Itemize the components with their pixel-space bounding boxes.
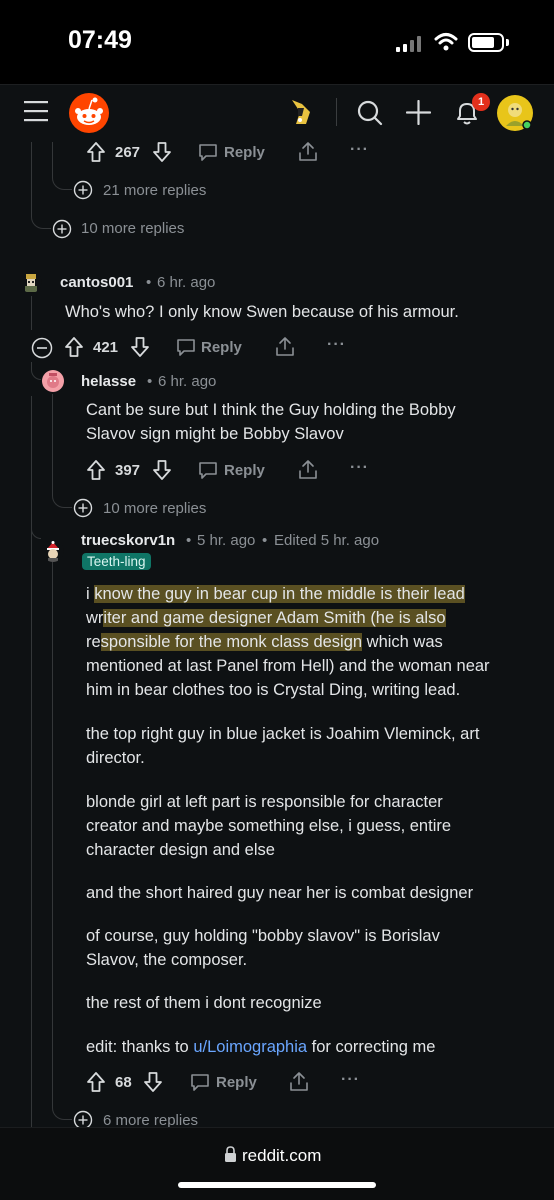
comment-meta-separator: • bbox=[186, 532, 192, 549]
comment-body-line: and the short haired guy near her is com… bbox=[86, 884, 474, 902]
comment-body-line: the top right guy in blue jacket is Joah… bbox=[86, 725, 480, 743]
comment-body-line: Cant be sure but I think the Guy holding… bbox=[86, 401, 456, 419]
comment-author[interactable]: cantos001 bbox=[60, 274, 133, 291]
comment-meta-separator: • bbox=[147, 373, 153, 390]
comment-body-line: of course, guy holding "bobby slavov" is… bbox=[86, 927, 440, 945]
reply-button[interactable]: Reply bbox=[224, 462, 265, 479]
comment-author[interactable]: truecskorv1n bbox=[81, 532, 175, 549]
thread-line bbox=[31, 396, 32, 1127]
more-replies-link[interactable]: 10 more replies bbox=[103, 500, 206, 517]
create-post-icon[interactable] bbox=[406, 100, 431, 125]
share-icon[interactable] bbox=[298, 141, 318, 162]
reply-icon[interactable] bbox=[190, 1073, 210, 1092]
avatar[interactable] bbox=[42, 370, 64, 392]
reply-button[interactable]: Reply bbox=[201, 339, 242, 356]
battery-icon bbox=[468, 33, 504, 52]
upvote-icon[interactable] bbox=[64, 336, 84, 358]
highlighted-text: sponsible for the monk class design bbox=[100, 633, 363, 651]
downvote-icon[interactable] bbox=[152, 459, 172, 481]
reply-icon[interactable] bbox=[176, 338, 196, 357]
thread-line bbox=[52, 142, 53, 156]
highlighted-text: know the guy in bear cup in the middle i… bbox=[94, 585, 465, 603]
share-icon[interactable] bbox=[298, 459, 318, 480]
reddit-logo-icon[interactable] bbox=[68, 92, 110, 134]
vote-count: 68 bbox=[115, 1074, 132, 1091]
downvote-icon[interactable] bbox=[143, 1071, 163, 1093]
reply-icon[interactable] bbox=[198, 143, 218, 162]
comment-timestamp: 6 hr. ago bbox=[158, 373, 217, 390]
avatar-icon bbox=[25, 274, 37, 292]
expand-icon[interactable] bbox=[52, 219, 72, 239]
comment-body-line: Slavov, the composer. bbox=[86, 951, 248, 969]
downvote-icon[interactable] bbox=[152, 141, 172, 163]
comment-timestamp: 6 hr. ago bbox=[157, 274, 216, 291]
vote-count: 267 bbox=[115, 144, 141, 161]
more-options-icon[interactable]: ··· bbox=[341, 1071, 360, 1089]
comment-body-line: director. bbox=[86, 749, 145, 767]
comment-body-line: blonde girl at left part is responsible … bbox=[86, 793, 443, 811]
comment-body: Who's who? I only know Swen because of h… bbox=[65, 303, 459, 321]
community-icon[interactable] bbox=[288, 98, 314, 126]
thread-connector bbox=[52, 156, 72, 190]
status-bar: 07:49 bbox=[0, 0, 554, 84]
more-replies-link[interactable]: 10 more replies bbox=[81, 220, 184, 237]
comment-meta-separator: • bbox=[146, 274, 152, 291]
comment-edited: Edited 5 hr. ago bbox=[274, 532, 380, 549]
menu-icon[interactable] bbox=[24, 100, 48, 122]
thread-line bbox=[52, 394, 53, 490]
avatar[interactable] bbox=[42, 540, 64, 562]
user-avatar-icon[interactable] bbox=[496, 94, 534, 132]
vote-count: 397 bbox=[115, 462, 141, 479]
comment-body-line: the rest of them i dont recognize bbox=[86, 994, 322, 1012]
reply-button[interactable]: Reply bbox=[224, 144, 265, 161]
comment-body-line: mentioned at last Panel from Hell) and t… bbox=[86, 657, 490, 675]
comment-body-line: writer and game designer Adam Smith (he … bbox=[86, 609, 446, 627]
upvote-icon[interactable] bbox=[86, 459, 106, 481]
vote-count: 421 bbox=[93, 339, 119, 356]
cellular-signal-icon bbox=[396, 36, 422, 52]
avatar-icon bbox=[47, 541, 59, 562]
comment-timestamp: 5 hr. ago bbox=[197, 532, 256, 549]
home-indicator[interactable] bbox=[178, 1182, 376, 1188]
comment-author[interactable]: helasse bbox=[81, 373, 136, 390]
upvote-icon[interactable] bbox=[86, 141, 106, 163]
upvote-icon[interactable] bbox=[86, 1071, 106, 1093]
comment-body-line: i know the guy in bear cup in the middle… bbox=[86, 585, 465, 603]
comment-body-line: Slavov sign might be Bobby Slavov bbox=[86, 425, 344, 443]
more-options-icon[interactable]: ··· bbox=[350, 459, 369, 477]
comment-body-line: edit: thanks to u/Loimographia for corre… bbox=[86, 1038, 436, 1056]
comment-body-line: character design and else bbox=[86, 841, 275, 859]
wifi-icon bbox=[434, 33, 458, 51]
user-flair: Teeth-ling bbox=[82, 553, 151, 570]
downvote-icon[interactable] bbox=[130, 336, 150, 358]
avatar[interactable] bbox=[20, 271, 42, 293]
search-icon[interactable] bbox=[357, 100, 383, 126]
reply-button[interactable]: Reply bbox=[216, 1074, 257, 1091]
thread-line bbox=[52, 562, 53, 1104]
comment-body-line: responsible for the monk class design wh… bbox=[86, 633, 443, 651]
avatar-icon bbox=[47, 373, 59, 388]
header-divider bbox=[336, 98, 337, 126]
reply-icon[interactable] bbox=[198, 461, 218, 480]
comment-meta-separator: • bbox=[262, 532, 268, 549]
thread-line bbox=[31, 142, 32, 217]
more-replies-link[interactable]: 21 more replies bbox=[103, 182, 206, 199]
comment-body-line: him in bear clothes too is Crystal Ding,… bbox=[86, 681, 461, 699]
highlighted-text: iter and game designer Adam Smith (he is… bbox=[103, 609, 446, 627]
share-icon[interactable] bbox=[289, 1071, 309, 1092]
expand-icon[interactable] bbox=[73, 180, 93, 200]
url-bar[interactable]: reddit.com bbox=[242, 1146, 321, 1166]
more-options-icon[interactable]: ··· bbox=[350, 141, 369, 159]
collapse-icon[interactable] bbox=[31, 337, 53, 359]
comment-body-line: creator and maybe something else, i gues… bbox=[86, 817, 452, 835]
status-time: 07:49 bbox=[68, 26, 132, 54]
more-options-icon[interactable]: ··· bbox=[327, 336, 346, 354]
lock-icon bbox=[225, 1146, 236, 1162]
thread-line bbox=[31, 296, 32, 330]
expand-icon[interactable] bbox=[73, 498, 93, 518]
user-mention-link[interactable]: u/Loimographia bbox=[193, 1038, 307, 1056]
battery-tip bbox=[506, 39, 509, 46]
share-icon[interactable] bbox=[275, 336, 295, 357]
notification-badge: 1 bbox=[472, 93, 490, 111]
